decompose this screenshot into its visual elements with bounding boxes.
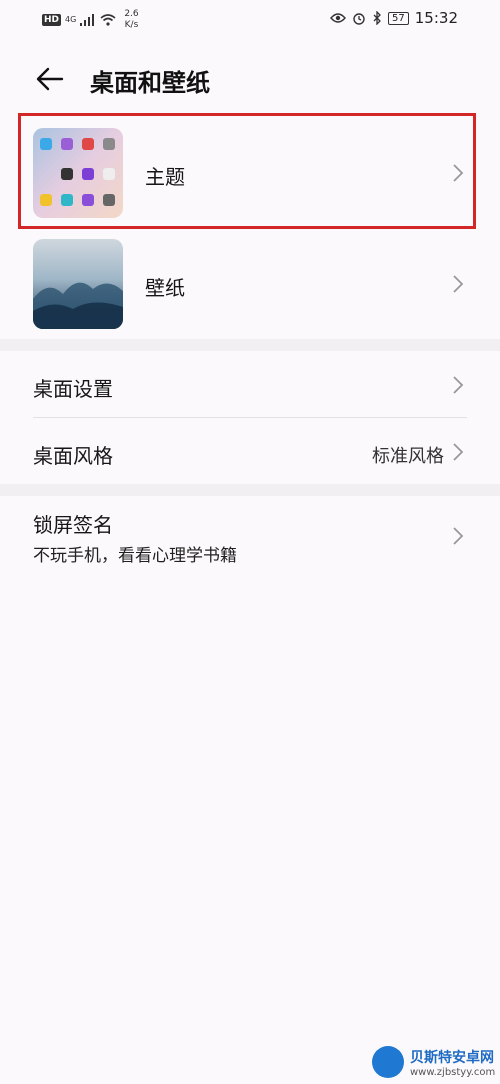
desktop-style-value: 标准风格 — [372, 446, 444, 467]
page-title: 桌面和壁纸 — [90, 69, 210, 97]
signal-icon — [80, 14, 95, 26]
chevron-right-icon — [453, 443, 464, 461]
watermark-name: 贝斯特安卓网 — [410, 1049, 494, 1066]
wallpaper-preview-image — [33, 239, 123, 329]
bluetooth-icon — [373, 11, 381, 25]
wifi-icon — [100, 14, 116, 26]
chevron-right-icon — [453, 275, 464, 293]
clock: 15:32 — [414, 9, 458, 27]
wallpaper-thumbnail — [33, 239, 123, 329]
watermark-text: 贝斯特安卓网 www.zjbstyy.com — [410, 1047, 495, 1078]
alarm-icon — [353, 13, 365, 25]
chevron-right-icon — [453, 376, 464, 394]
desktop-settings-label: 桌面设置 — [33, 377, 113, 401]
status-left: HD 4G 2.6 K/s — [42, 9, 139, 31]
lock-signature-label: 锁屏签名 — [33, 513, 113, 537]
hd-icon: HD — [42, 14, 62, 26]
back-arrow-icon[interactable] — [34, 65, 66, 93]
desktop-settings-row[interactable]: 桌面设置 — [0, 351, 500, 417]
speed-unit: K/s — [124, 20, 139, 30]
desktop-style-row[interactable]: 桌面风格 标准风格 — [0, 418, 500, 484]
watermark-logo-icon — [372, 1046, 404, 1078]
battery-icon: 57 — [388, 11, 409, 25]
wallpaper-row[interactable]: 壁纸 — [0, 234, 500, 334]
network-type: 4G — [65, 15, 77, 24]
watermark-url: www.zjbstyy.com — [410, 1066, 496, 1078]
network-speed: 2.6 K/s — [124, 9, 138, 31]
section-divider — [0, 339, 500, 351]
highlight-box — [18, 113, 476, 229]
lock-signature-row[interactable]: 锁屏签名 不玩手机，看看心理学书籍 — [0, 496, 500, 578]
eye-icon — [330, 13, 346, 23]
wallpaper-label: 壁纸 — [145, 276, 185, 300]
lock-signature-value: 不玩手机，看看心理学书籍 — [33, 546, 237, 566]
header: 桌面和壁纸 — [0, 55, 500, 105]
status-right: 57 15:32 — [330, 9, 458, 27]
speed-value: 2.6 — [124, 9, 139, 19]
desktop-style-label: 桌面风格 — [33, 444, 113, 468]
chevron-right-icon — [453, 527, 464, 545]
section-divider — [0, 484, 500, 496]
watermark: 贝斯特安卓网 www.zjbstyy.com — [372, 1046, 495, 1078]
status-bar: HD 4G 2.6 K/s 57 15:32 — [0, 0, 500, 40]
